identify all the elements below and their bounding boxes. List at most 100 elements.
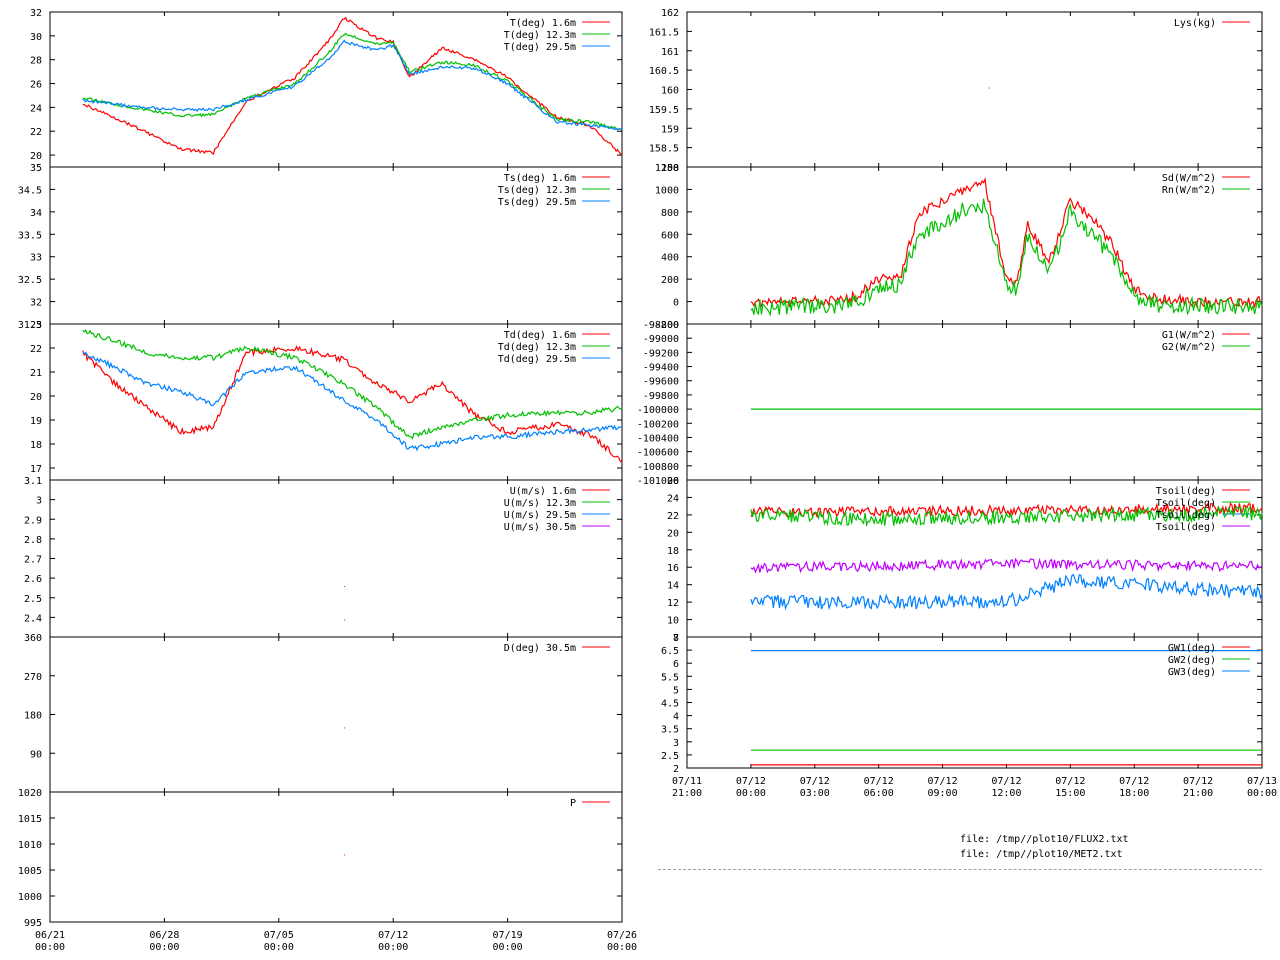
y-tick-label: 1020 [18,788,42,799]
y-tick-label: -99200 [643,348,679,359]
y-tick-label: 3.1 [24,476,42,487]
x-tick-label: 12:00 [991,788,1021,799]
y-tick-label: 7 [673,633,679,644]
x-tick-label: 07/12 [864,776,894,787]
y-tick-label: 90 [30,749,42,760]
y-tick-label: 158.5 [649,144,679,155]
y-tick-label: 18 [667,546,679,557]
x-tick-label: 07/05 [264,930,294,941]
legend-label: U(m/s) 1.6m [510,486,576,497]
x-tick-label: 07/12 [736,776,766,787]
legend-label: Sd(W/m^2) [1162,173,1216,184]
y-tick-label: 17 [30,464,42,475]
y-tick-label: 32 [30,8,42,19]
x-tick-label: 03:00 [800,788,830,799]
legend-label: GW2(deg) [1168,655,1216,666]
y-tick-label: 1010 [18,840,42,851]
x-tick-label: 07/12 [1183,776,1213,787]
y-tick-label: 14 [667,581,679,592]
legend-label: Ts(deg) 12.3m [498,185,576,196]
y-tick-label: -100400 [637,433,679,444]
legend-label: U(m/s) 29.5m [504,510,576,521]
y-tick-label: 3.5 [661,725,679,736]
y-tick-label: 26 [30,80,42,91]
y-tick-label: 3 [36,496,42,507]
plot-frame [49,636,623,793]
data-point [344,854,346,856]
x-tick-label: 00:00 [493,942,523,953]
x-tick-label: 07/12 [1055,776,1085,787]
y-tick-label: 3 [673,738,679,749]
x-tick-label: 07/19 [493,930,523,941]
left-panel-5 [49,791,623,923]
x-tick-label: 07/13 [1247,776,1277,787]
y-tick-label: 24 [30,103,42,114]
legend-label: Td(deg) 1.6m [504,330,576,341]
y-tick-label: -99400 [643,363,679,374]
series-line [750,557,1263,574]
y-tick-label: 995 [24,918,42,929]
y-tick-label: 1000 [18,892,42,903]
y-tick-label: -99800 [643,391,679,402]
y-tick-label: 22 [30,344,42,355]
y-tick-label: 1000 [655,185,679,196]
y-tick-label: 33.5 [18,230,42,241]
legend-label: U(m/s) 30.5m [504,522,576,533]
y-tick-label: 2.9 [24,515,42,526]
legend-label: U(m/s) 12.3m [504,498,576,509]
x-tick-label: 07/12 [378,930,408,941]
y-tick-label: 160 [661,86,679,97]
x-tick-label: 07/12 [991,776,1021,787]
footer-divider [658,869,1262,870]
plot-frame [686,11,1263,168]
y-tick-label: 2.5 [24,594,42,605]
y-tick-label: 34.5 [18,185,42,196]
legend-label: GW1(deg) [1168,643,1216,654]
y-tick-label: 32.5 [18,275,42,286]
x-tick-label: 15:00 [1055,788,1085,799]
y-tick-label: 1005 [18,866,42,877]
y-tick-label: -99600 [643,377,679,388]
x-tick-label: 06:00 [864,788,894,799]
left-panel-4 [49,636,623,793]
y-tick-label: 20 [667,528,679,539]
legend-label: G2(W/m^2) [1162,342,1216,353]
legend-label: Ts(deg) 1.6m [504,173,576,184]
legend-label: Td(deg) 29.5m [498,354,576,365]
x-tick-label: 18:00 [1119,788,1149,799]
y-tick-label: 23 [30,320,42,331]
y-tick-label: 32 [30,298,42,309]
y-tick-label: 162 [661,8,679,19]
y-tick-label: 16 [667,563,679,574]
y-tick-label: -100000 [637,405,679,416]
y-tick-label: 34 [30,208,42,219]
y-tick-label: -99000 [643,334,679,345]
x-tick-label: 21:00 [1183,788,1213,799]
x-tick-label: 07/12 [800,776,830,787]
x-tick-label: 00:00 [736,788,766,799]
x-tick-label: 07/11 [672,776,702,787]
y-tick-label: 6.5 [661,646,679,657]
series-line [82,39,623,131]
x-tick-label: 00:00 [378,942,408,953]
legend-label: D(deg) 30.5m [504,643,576,654]
y-tick-label: 18 [30,440,42,451]
x-tick-label: 21:00 [672,788,702,799]
data-point [988,87,990,89]
y-tick-label: 2.8 [24,535,42,546]
y-tick-label: 2.4 [24,613,42,624]
y-tick-label: 159 [661,124,679,135]
x-tick-label: 00:00 [264,942,294,953]
legend-label: GW3(deg) [1168,667,1216,678]
plot-frame [49,791,623,923]
data-point [344,619,346,621]
data-point [344,585,346,587]
legend-label: Ts(deg) 29.5m [498,197,576,208]
y-tick-label: 4 [673,712,679,723]
y-tick-label: 28 [30,56,42,67]
data-point [344,727,346,729]
y-tick-label: 270 [24,672,42,683]
y-tick-label: 180 [24,711,42,722]
y-tick-label: 2.6 [24,574,42,585]
y-tick-label: 35 [30,163,42,174]
